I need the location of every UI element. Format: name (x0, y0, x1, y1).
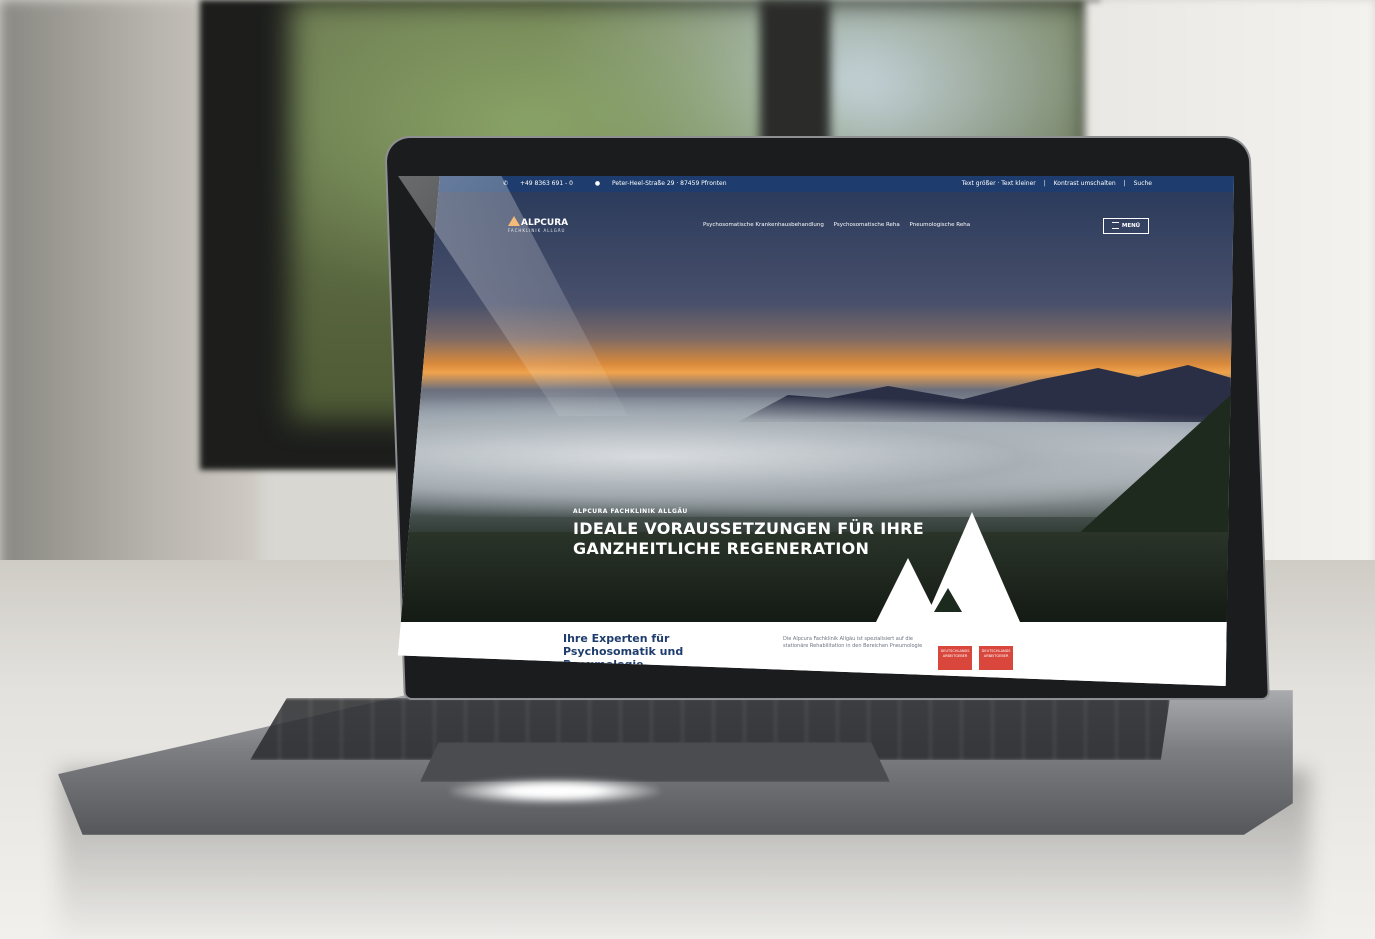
divider: | (1043, 180, 1046, 187)
intro-text: Die Alpcura Fachklinik Allgäu ist spezia… (783, 636, 923, 649)
nav-link-psychosomatische-reha[interactable]: Psychosomatische Reha (834, 222, 900, 228)
hamburger-icon (1111, 222, 1119, 229)
award-badge: DEUTSCHLANDS ARBEITGEBER (979, 646, 1014, 670)
hero-headline: IDEALE VORAUSSETZUNGEN FÜR IHRE GANZHEIT… (573, 519, 925, 558)
search-link[interactable]: Suche (1134, 180, 1152, 187)
text-size-toggle[interactable]: Text größer · Text kleiner (962, 180, 1036, 187)
divider: | (1123, 180, 1126, 187)
award-badge: DEUTSCHLANDS ARBEITGEBER (938, 646, 972, 670)
website-nav: ALPCURA FACHKLINIK ALLGÄU Psychosomatisc… (398, 210, 1234, 240)
hero-kicker: ALPCURA FACHKLINIK ALLGÄU (573, 508, 688, 515)
phone-link[interactable]: ✆ +49 8363 691 - 0 (503, 180, 583, 187)
nav-link-krankenhaus[interactable]: Psychosomatische Krankenhausbehandlung (703, 222, 824, 228)
nav-link-pneumologische-reha[interactable]: Pneumologische Reha (910, 222, 971, 228)
hero-image: ALPCURA FACHKLINIK ALLGÄU Psychosomatisc… (398, 192, 1234, 642)
mountain-logo-icon (508, 216, 520, 226)
menu-button[interactable]: MENÜ (1103, 218, 1149, 234)
phone-icon: ✆ (503, 180, 510, 187)
laptop-trackpad (420, 742, 890, 782)
cloud-sea (398, 397, 1234, 517)
base-light-reflection (450, 778, 660, 804)
address-text: ● Peter-Heel-Straße 29 · 87459 Pfronten (594, 180, 727, 187)
site-logo[interactable]: ALPCURA FACHKLINIK ALLGÄU (508, 216, 568, 233)
contrast-toggle[interactable]: Kontrast umschalten (1054, 180, 1116, 187)
nav-links: Psychosomatische Krankenhausbehandlung P… (703, 222, 978, 228)
location-icon: ● (594, 180, 603, 187)
website-topbar: ✆ +49 8363 691 - 0 ● Peter-Heel-Straße 2… (398, 176, 1234, 192)
award-badges: DEUTSCHLANDS ARBEITGEBER DEUTSCHLANDS AR… (938, 642, 1015, 670)
mountain-peak-graphic (876, 512, 1020, 622)
hero-text: ALPCURA FACHKLINIK ALLGÄU IDEALE VORAUSS… (573, 508, 924, 559)
laptop-screen: ✆ +49 8363 691 - 0 ● Peter-Heel-Straße 2… (398, 176, 1234, 686)
